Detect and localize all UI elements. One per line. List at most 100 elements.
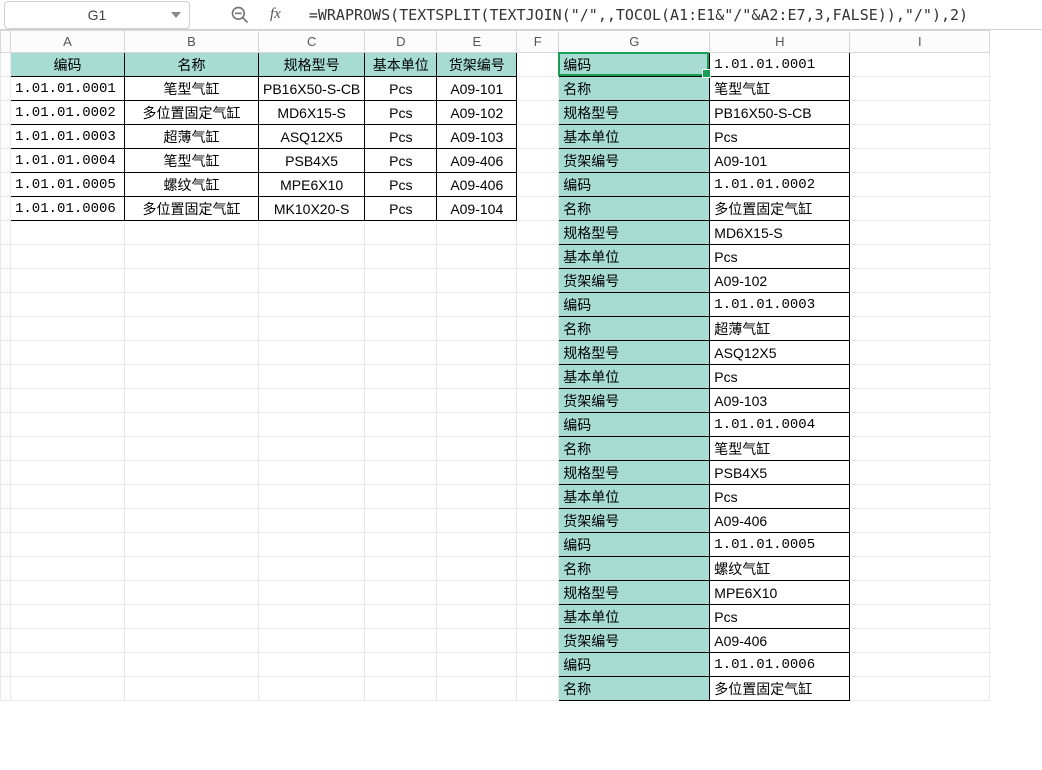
cell-H11[interactable]: 1.01.01.0003: [710, 293, 850, 317]
cell-B24[interactable]: [125, 605, 259, 629]
col-header-D[interactable]: D: [365, 31, 437, 53]
cell-G25[interactable]: 货架编号: [559, 629, 710, 653]
cell-H20[interactable]: A09-406: [710, 509, 850, 533]
cell-B25[interactable]: [125, 629, 259, 653]
cell-B6[interactable]: 螺纹气缸: [125, 173, 259, 197]
cell-C16[interactable]: [259, 413, 365, 437]
cell-I19[interactable]: [850, 485, 990, 509]
row-header[interactable]: [1, 485, 11, 509]
cell-H21[interactable]: 1.01.01.0005: [710, 533, 850, 557]
cell-H5[interactable]: A09-101: [710, 149, 850, 173]
col-header-E[interactable]: E: [437, 31, 517, 53]
row-header[interactable]: [1, 53, 11, 77]
formula-input[interactable]: [309, 3, 1034, 27]
cell-B27[interactable]: [125, 677, 259, 701]
cell-F7[interactable]: [517, 197, 559, 221]
cell-B19[interactable]: [125, 485, 259, 509]
cell-B7[interactable]: 多位置固定气缸: [125, 197, 259, 221]
chevron-down-icon[interactable]: [171, 12, 181, 18]
cell-F1[interactable]: [517, 53, 559, 77]
cell-B21[interactable]: [125, 533, 259, 557]
zoom-out-icon[interactable]: [230, 5, 250, 25]
cell-A17[interactable]: [11, 437, 125, 461]
cell-C4[interactable]: ASQ12X5: [259, 125, 365, 149]
cell-A7[interactable]: 1.01.01.0006: [11, 197, 125, 221]
cell-G24[interactable]: 基本单位: [559, 605, 710, 629]
cell-F15[interactable]: [517, 389, 559, 413]
row-header[interactable]: [1, 677, 11, 701]
cell-F16[interactable]: [517, 413, 559, 437]
cell-F10[interactable]: [517, 269, 559, 293]
row-header[interactable]: [1, 221, 11, 245]
cell-F14[interactable]: [517, 365, 559, 389]
cell-F19[interactable]: [517, 485, 559, 509]
cell-A21[interactable]: [11, 533, 125, 557]
cell-I15[interactable]: [850, 389, 990, 413]
cell-G5[interactable]: 货架编号: [559, 149, 710, 173]
col-header-I[interactable]: I: [850, 31, 990, 53]
cell-D6[interactable]: Pcs: [365, 173, 437, 197]
cell-H19[interactable]: Pcs: [710, 485, 850, 509]
cell-C9[interactable]: [259, 245, 365, 269]
cell-C6[interactable]: MPE6X10: [259, 173, 365, 197]
cell-A18[interactable]: [11, 461, 125, 485]
cell-I13[interactable]: [850, 341, 990, 365]
cell-A9[interactable]: [11, 245, 125, 269]
cell-E11[interactable]: [437, 293, 517, 317]
cell-B5[interactable]: 笔型气缸: [125, 149, 259, 173]
cell-E18[interactable]: [437, 461, 517, 485]
cell-C15[interactable]: [259, 389, 365, 413]
cell-C22[interactable]: [259, 557, 365, 581]
fx-label[interactable]: fx: [270, 6, 281, 23]
cell-C5[interactable]: PSB4X5: [259, 149, 365, 173]
cell-G14[interactable]: 基本单位: [559, 365, 710, 389]
cell-D26[interactable]: [365, 653, 437, 677]
cell-C3[interactable]: MD6X15-S: [259, 101, 365, 125]
row-header[interactable]: [1, 101, 11, 125]
cell-A27[interactable]: [11, 677, 125, 701]
cell-E6[interactable]: A09-406: [437, 173, 517, 197]
row-header[interactable]: [1, 413, 11, 437]
row-header[interactable]: [1, 461, 11, 485]
cell-D23[interactable]: [365, 581, 437, 605]
cell-E12[interactable]: [437, 317, 517, 341]
cell-D25[interactable]: [365, 629, 437, 653]
cell-C10[interactable]: [259, 269, 365, 293]
cell-C24[interactable]: [259, 605, 365, 629]
cell-G11[interactable]: 编码: [559, 293, 710, 317]
cell-F20[interactable]: [517, 509, 559, 533]
cell-F9[interactable]: [517, 245, 559, 269]
cell-E19[interactable]: [437, 485, 517, 509]
cell-G10[interactable]: 货架编号: [559, 269, 710, 293]
cell-H6[interactable]: 1.01.01.0002: [710, 173, 850, 197]
cell-D14[interactable]: [365, 365, 437, 389]
cell-H18[interactable]: PSB4X5: [710, 461, 850, 485]
cell-E5[interactable]: A09-406: [437, 149, 517, 173]
row-header[interactable]: [1, 389, 11, 413]
cell-A13[interactable]: [11, 341, 125, 365]
cell-B13[interactable]: [125, 341, 259, 365]
cell-B10[interactable]: [125, 269, 259, 293]
cell-E23[interactable]: [437, 581, 517, 605]
cell-B1[interactable]: 名称: [125, 53, 259, 77]
name-box-input[interactable]: [47, 7, 147, 23]
cell-G16[interactable]: 编码: [559, 413, 710, 437]
col-header-F[interactable]: F: [517, 31, 559, 53]
cell-A24[interactable]: [11, 605, 125, 629]
cell-D20[interactable]: [365, 509, 437, 533]
cell-D2[interactable]: Pcs: [365, 77, 437, 101]
col-header-G[interactable]: G: [559, 31, 710, 53]
cell-G2[interactable]: 名称: [559, 77, 710, 101]
row-header[interactable]: [1, 653, 11, 677]
cell-H24[interactable]: Pcs: [710, 605, 850, 629]
col-header-H[interactable]: H: [710, 31, 850, 53]
cell-F26[interactable]: [517, 653, 559, 677]
cell-E25[interactable]: [437, 629, 517, 653]
cell-D4[interactable]: Pcs: [365, 125, 437, 149]
cell-H27[interactable]: 多位置固定气缸: [710, 677, 850, 701]
cell-D15[interactable]: [365, 389, 437, 413]
cell-I6[interactable]: [850, 173, 990, 197]
cell-D19[interactable]: [365, 485, 437, 509]
cell-I23[interactable]: [850, 581, 990, 605]
cell-I22[interactable]: [850, 557, 990, 581]
